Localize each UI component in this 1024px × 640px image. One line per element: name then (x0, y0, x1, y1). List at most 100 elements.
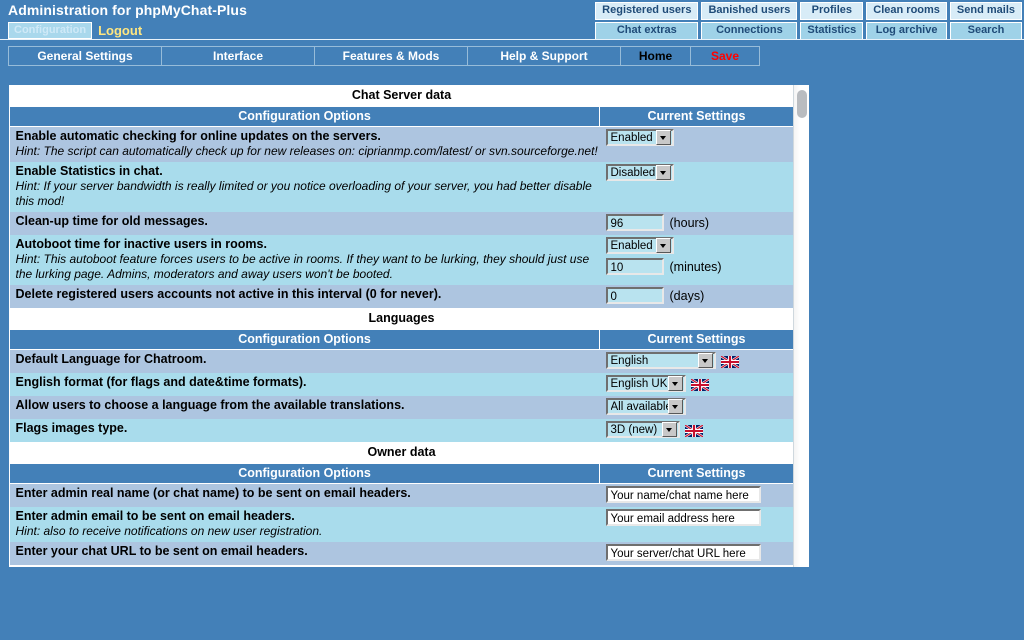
shortcut-button-bottom-1[interactable]: Connections (701, 22, 797, 40)
setting-unit: (hours) (670, 216, 710, 230)
shortcut-button-top-2[interactable]: Profiles (800, 2, 863, 20)
setting-value-cell: English UK (600, 373, 794, 396)
section-title-row: Chat Server data (10, 85, 794, 107)
section-title-row: Languages (10, 308, 794, 330)
setting-text-input[interactable]: Your name/chat name here (606, 486, 761, 503)
shortcut-button-bottom-0[interactable]: Chat extras (595, 22, 698, 40)
header-divider (0, 39, 1024, 40)
chevron-down-icon[interactable] (668, 376, 683, 391)
column-header-settings: Current Settings (600, 107, 794, 127)
setting-text-input[interactable]: 96 (606, 214, 664, 231)
chevron-down-icon[interactable] (662, 422, 677, 437)
scrollbar-thumb[interactable] (797, 90, 807, 118)
section-title: Languages (10, 308, 794, 330)
setting-option-cell: Enter admin email to be sent on email he… (10, 507, 600, 542)
setting-select[interactable]: English UK (606, 375, 686, 392)
tab-interface[interactable]: Interface (161, 46, 314, 66)
shortcut-column-1: Banished users Connections (701, 2, 797, 40)
chevron-down-icon[interactable] (698, 353, 713, 368)
stack-row-select: Enabled (606, 237, 794, 255)
sub-navigation: Configuration Logout (8, 22, 142, 39)
setting-row: Allow users to choose a language from th… (10, 396, 794, 419)
tab-home[interactable]: Home (620, 46, 690, 66)
shortcut-column-2: Profiles Statistics (800, 2, 863, 40)
uk-flag-icon (691, 378, 709, 390)
setting-value-cell: Your email address here (600, 507, 794, 542)
setting-row: Flags images type. 3D (new) (10, 419, 794, 442)
setting-hint: Hint: also to receive notifications on n… (16, 524, 600, 539)
setting-option-cell: Enable automatic checking for online upd… (10, 127, 600, 163)
vertical-scrollbar[interactable] (793, 85, 809, 567)
tab-general-settings[interactable]: General Settings (8, 46, 161, 66)
setting-value-cell: English (600, 350, 794, 374)
setting-row: Delete registered users accounts not act… (10, 285, 794, 308)
setting-row: English format (for flags and date&time … (10, 373, 794, 396)
setting-option-cell: English format (for flags and date&time … (10, 373, 600, 396)
setting-unit: (days) (670, 289, 705, 303)
setting-row: Autoboot time for inactive users in room… (10, 235, 794, 285)
nav-configuration[interactable]: Configuration (8, 22, 92, 39)
setting-value-cell: Your server/chat URL here (600, 542, 794, 565)
setting-label: Allow users to choose a language from th… (16, 398, 600, 413)
setting-select[interactable]: Disabled (606, 164, 674, 181)
setting-value-cell: All available (600, 396, 794, 419)
tab-save[interactable]: Save (690, 46, 760, 66)
setting-option-cell: Autoboot time for inactive users in room… (10, 235, 600, 285)
setting-label: Enter admin real name (or chat name) to … (16, 486, 600, 501)
setting-row: Enter admin email to be sent on email he… (10, 507, 794, 542)
setting-text-input[interactable]: 10 (606, 258, 664, 275)
setting-text-input[interactable]: Your email address here (606, 509, 761, 526)
setting-option-cell: Clean-up time for old messages. (10, 212, 600, 235)
setting-label: Autoboot time for inactive users in room… (16, 237, 600, 252)
setting-select[interactable]: 3D (new) (606, 421, 680, 438)
setting-option-cell: Delete registered users accounts not act… (10, 285, 600, 308)
setting-label: Default Language for Chatroom. (16, 352, 600, 367)
setting-label: Enable Statistics in chat. (16, 164, 600, 179)
setting-label: Enter admin email to be sent on email he… (16, 509, 600, 524)
setting-row: Enter your chat URL to be sent on email … (10, 542, 794, 565)
setting-hint: Hint: The script can automatically check… (16, 144, 600, 159)
section-title-row: Owner data (10, 442, 794, 464)
column-header-row: Configuration OptionsCurrent Settings (10, 464, 794, 484)
setting-label: Flags images type. (16, 421, 600, 436)
nav-logout[interactable]: Logout (98, 23, 142, 38)
chevron-down-icon[interactable] (656, 238, 671, 253)
chevron-down-icon[interactable] (656, 165, 671, 180)
column-header-options: Configuration Options (10, 330, 600, 350)
shortcut-column-0: Registered users Chat extras (595, 2, 698, 40)
setting-text-input[interactable]: Your server/chat URL here (606, 544, 761, 561)
column-header-row: Configuration OptionsCurrent Settings (10, 330, 794, 350)
setting-value-cell: 0 (days) (600, 285, 794, 308)
setting-unit: (minutes) (670, 260, 722, 274)
shortcut-button-top-3[interactable]: Clean rooms (866, 2, 947, 20)
shortcut-button-bottom-4[interactable]: Search (950, 22, 1022, 40)
column-header-settings: Current Settings (600, 464, 794, 484)
setting-label: Enter your chat URL to be sent on email … (16, 544, 600, 559)
chevron-down-icon[interactable] (656, 130, 671, 145)
setting-row: Enter admin real name (or chat name) to … (10, 484, 794, 508)
setting-row: Clean-up time for old messages. 96 (hours) (10, 212, 794, 235)
shortcut-column-3: Clean rooms Log archive (866, 2, 947, 40)
chevron-down-icon[interactable] (668, 399, 683, 414)
setting-label: Delete registered users accounts not act… (16, 287, 600, 302)
setting-select[interactable]: Enabled (606, 129, 674, 146)
setting-text-input[interactable]: 0 (606, 287, 664, 304)
column-header-row: Configuration OptionsCurrent Settings (10, 107, 794, 127)
setting-value-cell: 96 (hours) (600, 212, 794, 235)
tab-help-support[interactable]: Help & Support (467, 46, 620, 66)
setting-select[interactable]: English (606, 352, 716, 369)
setting-select[interactable]: Enabled (606, 237, 674, 254)
shortcut-button-top-0[interactable]: Registered users (595, 2, 698, 20)
shortcut-button-bottom-2[interactable]: Statistics (800, 22, 863, 40)
shortcut-button-bottom-3[interactable]: Log archive (866, 22, 947, 40)
setting-row: Enable Statistics in chat.Hint: If your … (10, 162, 794, 212)
tab-features-mods[interactable]: Features & Mods (314, 46, 467, 66)
configuration-panel: Chat Server dataConfiguration OptionsCur… (8, 84, 810, 568)
setting-value-cell: Your name/chat name here (600, 484, 794, 508)
shortcut-button-top-1[interactable]: Banished users (701, 2, 797, 20)
section-title: Owner data (10, 442, 794, 464)
shortcut-button-top-4[interactable]: Send mails (950, 2, 1022, 20)
column-header-options: Configuration Options (10, 464, 600, 484)
setting-hint: Hint: If your server bandwidth is really… (16, 179, 600, 209)
setting-select[interactable]: All available (606, 398, 686, 415)
